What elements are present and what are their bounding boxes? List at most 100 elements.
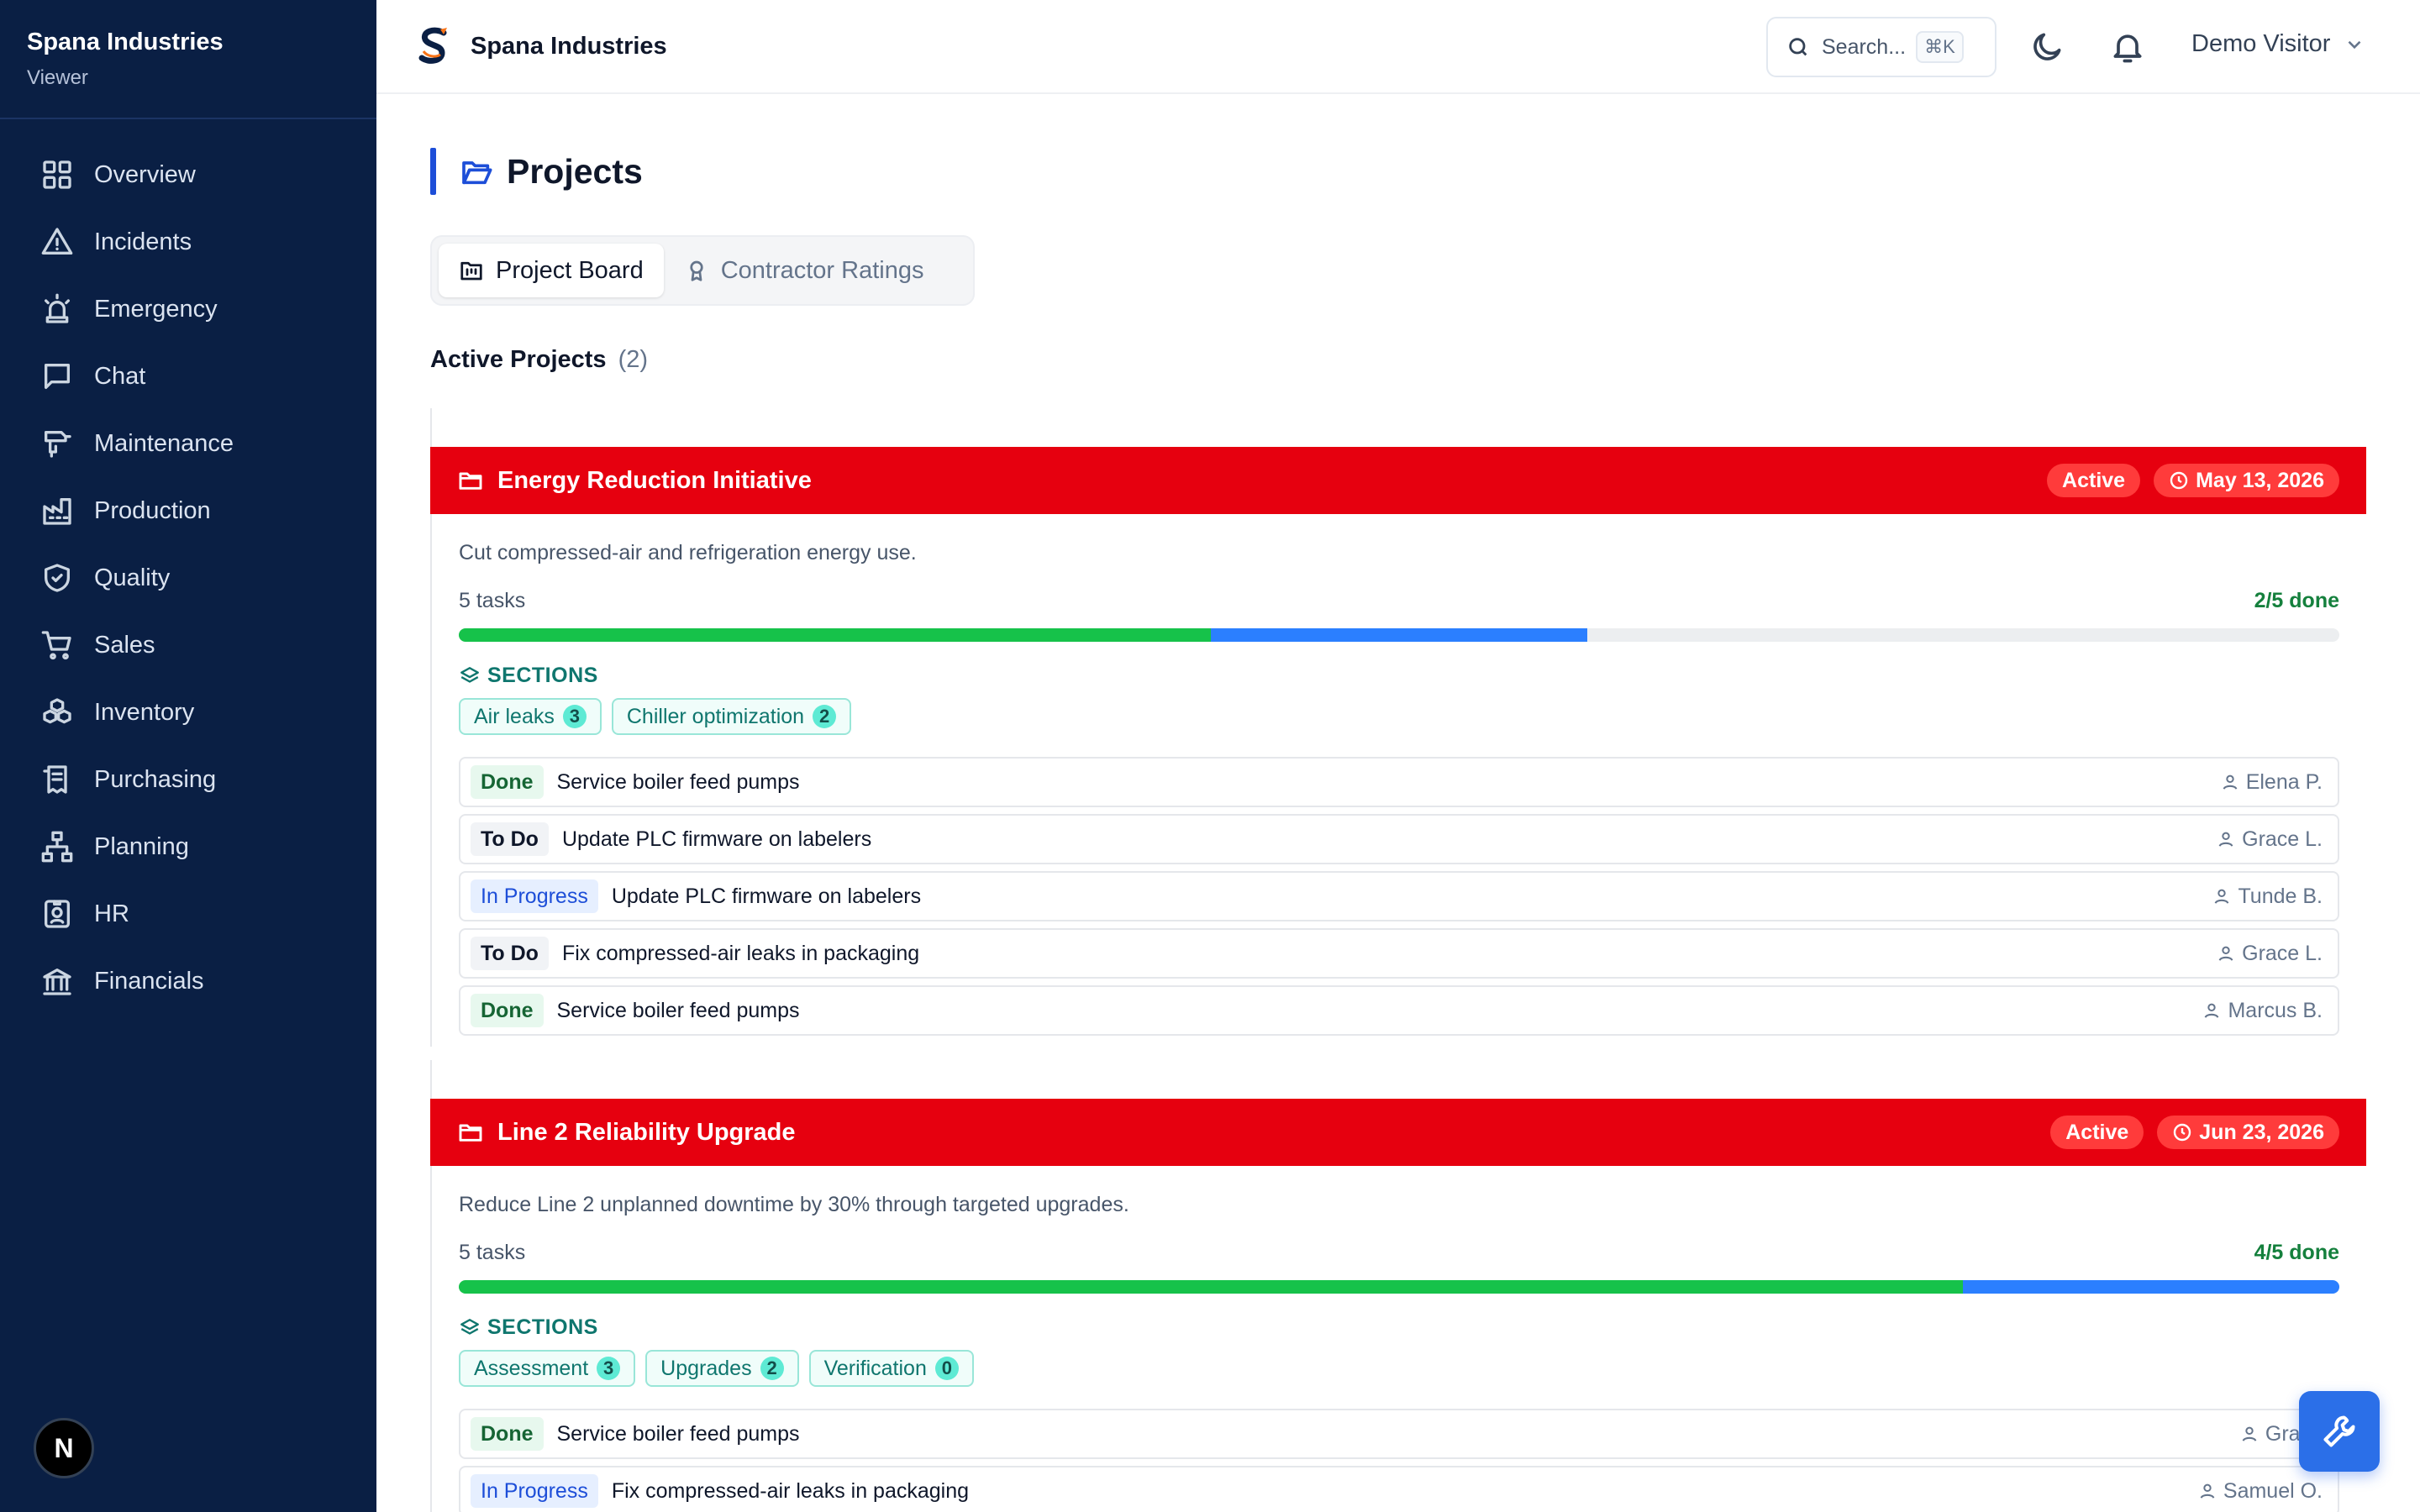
task-status: To Do — [471, 937, 549, 970]
section-chip[interactable]: Chiller optimization 2 — [611, 698, 852, 735]
section-chip[interactable]: Assessment 3 — [459, 1350, 636, 1387]
shield-check-icon — [45, 564, 71, 592]
task-row[interactable]: In Progress Fix compressed-air leaks in … — [459, 1466, 2339, 1512]
task-title: Update PLC firmware on labelers — [561, 827, 872, 851]
drill-icon — [45, 431, 71, 458]
user-name: Demo Visitor — [2191, 30, 2331, 57]
wrench-icon — [2323, 1415, 2355, 1447]
task-count: 5 tasks — [459, 1241, 526, 1264]
project-badges: Active Jun 23, 2026 — [2037, 1116, 2339, 1149]
bell-icon[interactable] — [2109, 29, 2146, 66]
folder-kanban-icon — [460, 261, 482, 281]
folder-open-icon — [462, 161, 492, 185]
sidebar-item-label: Incidents — [94, 228, 192, 255]
task-row[interactable]: Done Service boiler feed pumps Elena P. — [459, 757, 2339, 807]
chip-label: Chiller optimization — [626, 704, 805, 728]
task-title: Service boiler feed pumps — [556, 1421, 800, 1446]
siren-icon — [45, 293, 71, 323]
user-icon — [2218, 946, 2233, 961]
task-status: Done — [471, 994, 544, 1027]
search-input[interactable]: Search... ⌘K — [1766, 17, 1996, 77]
message-square-icon — [45, 364, 71, 389]
task-row[interactable]: In Progress Update PLC firmware on label… — [459, 871, 2339, 921]
search-placeholder: Search... — [1822, 34, 1907, 59]
user-menu[interactable]: Demo Visitor — [2191, 30, 2365, 58]
project-description: Reduce Line 2 unplanned downtime by 30% … — [459, 1193, 1129, 1216]
task-row[interactable]: Done Service boiler feed pumps Marcus B. — [459, 985, 2339, 1036]
section-title-text: Active Projects — [430, 346, 607, 373]
sidebar-item-label: HR — [94, 900, 129, 927]
sections-label: SECTIONS — [487, 1315, 598, 1339]
chip-label: Assessment — [474, 1356, 589, 1380]
task-title: Service boiler feed pumps — [556, 998, 800, 1022]
sidebar-item-emergency[interactable]: Emergency — [0, 276, 376, 343]
task-assignee: Elena P. — [2221, 759, 2323, 806]
due-date-badge: Jun 23, 2026 — [2157, 1116, 2339, 1149]
sidebar-nav: Overview Incidents Emergency Chat Mainte… — [0, 119, 376, 1015]
sidebar-item-maintenance[interactable]: Maintenance — [0, 410, 376, 477]
sidebar-item-chat[interactable]: Chat — [0, 343, 376, 410]
task-row[interactable]: To Do Update PLC firmware on labelers Gr… — [459, 814, 2339, 864]
sidebar-item-production[interactable]: Production — [0, 477, 376, 544]
task-row[interactable]: To Do Fix compressed-air leaks in packag… — [459, 928, 2339, 979]
due-date-badge: May 13, 2026 — [2154, 464, 2339, 497]
user-icon — [2200, 1483, 2215, 1499]
tab-contractor-ratings[interactable]: Contractor Ratings — [664, 244, 944, 297]
progress-bar — [459, 1280, 2339, 1294]
avatar[interactable]: N — [34, 1418, 94, 1478]
section-chips: Air leaks 3 Chiller optimization 2 — [459, 698, 2339, 735]
section-chip[interactable]: Upgrades 2 — [645, 1350, 799, 1387]
chip-count: 3 — [562, 705, 587, 728]
sidebar-item-label: Purchasing — [94, 765, 217, 793]
sidebar-item-overview[interactable]: Overview — [0, 141, 376, 208]
task-status: Done — [471, 1417, 544, 1451]
task-title: Fix compressed-air leaks in packaging — [561, 941, 920, 965]
folder-icon — [459, 472, 482, 490]
project-header[interactable]: Line 2 Reliability Upgrade Active Jun 23… — [430, 1099, 2366, 1166]
task-assignee: Samuel O. — [2198, 1467, 2323, 1512]
task-list: Done Service boiler feed pumps Elena P. … — [459, 757, 2339, 1036]
project-header[interactable]: Energy Reduction Initiative Active May 1… — [430, 447, 2366, 514]
sidebar-item-financials[interactable]: Financials — [0, 948, 376, 1015]
project-description: Cut compressed-air and refrigeration ene… — [459, 541, 917, 564]
task-row[interactable]: Done Service boiler feed pumps Grace — [459, 1409, 2339, 1459]
sidebar-item-quality[interactable]: Quality — [0, 544, 376, 612]
network-icon — [41, 831, 73, 863]
sidebar-item-incidents[interactable]: Incidents — [0, 208, 376, 276]
section-chip[interactable]: Air leaks 3 — [459, 698, 602, 735]
section-chip[interactable]: Verification 0 — [808, 1350, 974, 1387]
project-name: Line 2 Reliability Upgrade — [497, 1118, 796, 1146]
layers-icon — [460, 1318, 479, 1335]
chip-count: 0 — [934, 1357, 959, 1380]
sidebar-item-sales[interactable]: Sales — [0, 612, 376, 679]
sidebar-item-hr[interactable]: HR — [0, 880, 376, 948]
id-badge-icon — [45, 900, 70, 928]
folder-icon — [459, 1124, 482, 1142]
sidebar-item-label: Emergency — [94, 295, 218, 323]
title-accent-bar — [430, 148, 436, 195]
chip-count: 3 — [597, 1357, 621, 1380]
project-name: Energy Reduction Initiative — [497, 466, 812, 494]
task-title: Update PLC firmware on labelers — [611, 884, 922, 908]
tools-fab-button[interactable] — [2299, 1391, 2380, 1472]
tab-bar: Project Board Contractor Ratings — [430, 235, 975, 306]
top-header: Spana Industries Search... ⌘K Demo Visit… — [376, 0, 2420, 94]
sidebar-item-inventory[interactable]: Inventory — [0, 679, 376, 746]
sidebar: Spana Industries Viewer Overview Inciden… — [0, 0, 376, 1512]
done-count: 4/5 done — [2254, 1241, 2339, 1264]
tab-project-board[interactable]: Project Board — [439, 244, 664, 297]
sidebar-item-purchasing[interactable]: Purchasing — [0, 746, 376, 813]
sidebar-item-planning[interactable]: Planning — [0, 813, 376, 880]
progress-in-progress-fill — [1963, 1280, 2339, 1294]
section-count: (2) — [618, 346, 649, 373]
clock-icon — [2174, 1123, 2191, 1142]
sidebar-user-role: Viewer — [27, 66, 88, 89]
sidebar-item-label: Quality — [94, 564, 171, 591]
progress-bar — [459, 628, 2339, 642]
task-status: In Progress — [471, 1474, 598, 1508]
section-chips: Assessment 3 Upgrades 2 Verification 0 — [459, 1350, 2339, 1387]
tab-label: Project Board — [496, 256, 644, 284]
done-count: 2/5 done — [2254, 589, 2339, 612]
bank-icon — [43, 969, 71, 995]
moon-icon[interactable] — [2028, 29, 2065, 66]
